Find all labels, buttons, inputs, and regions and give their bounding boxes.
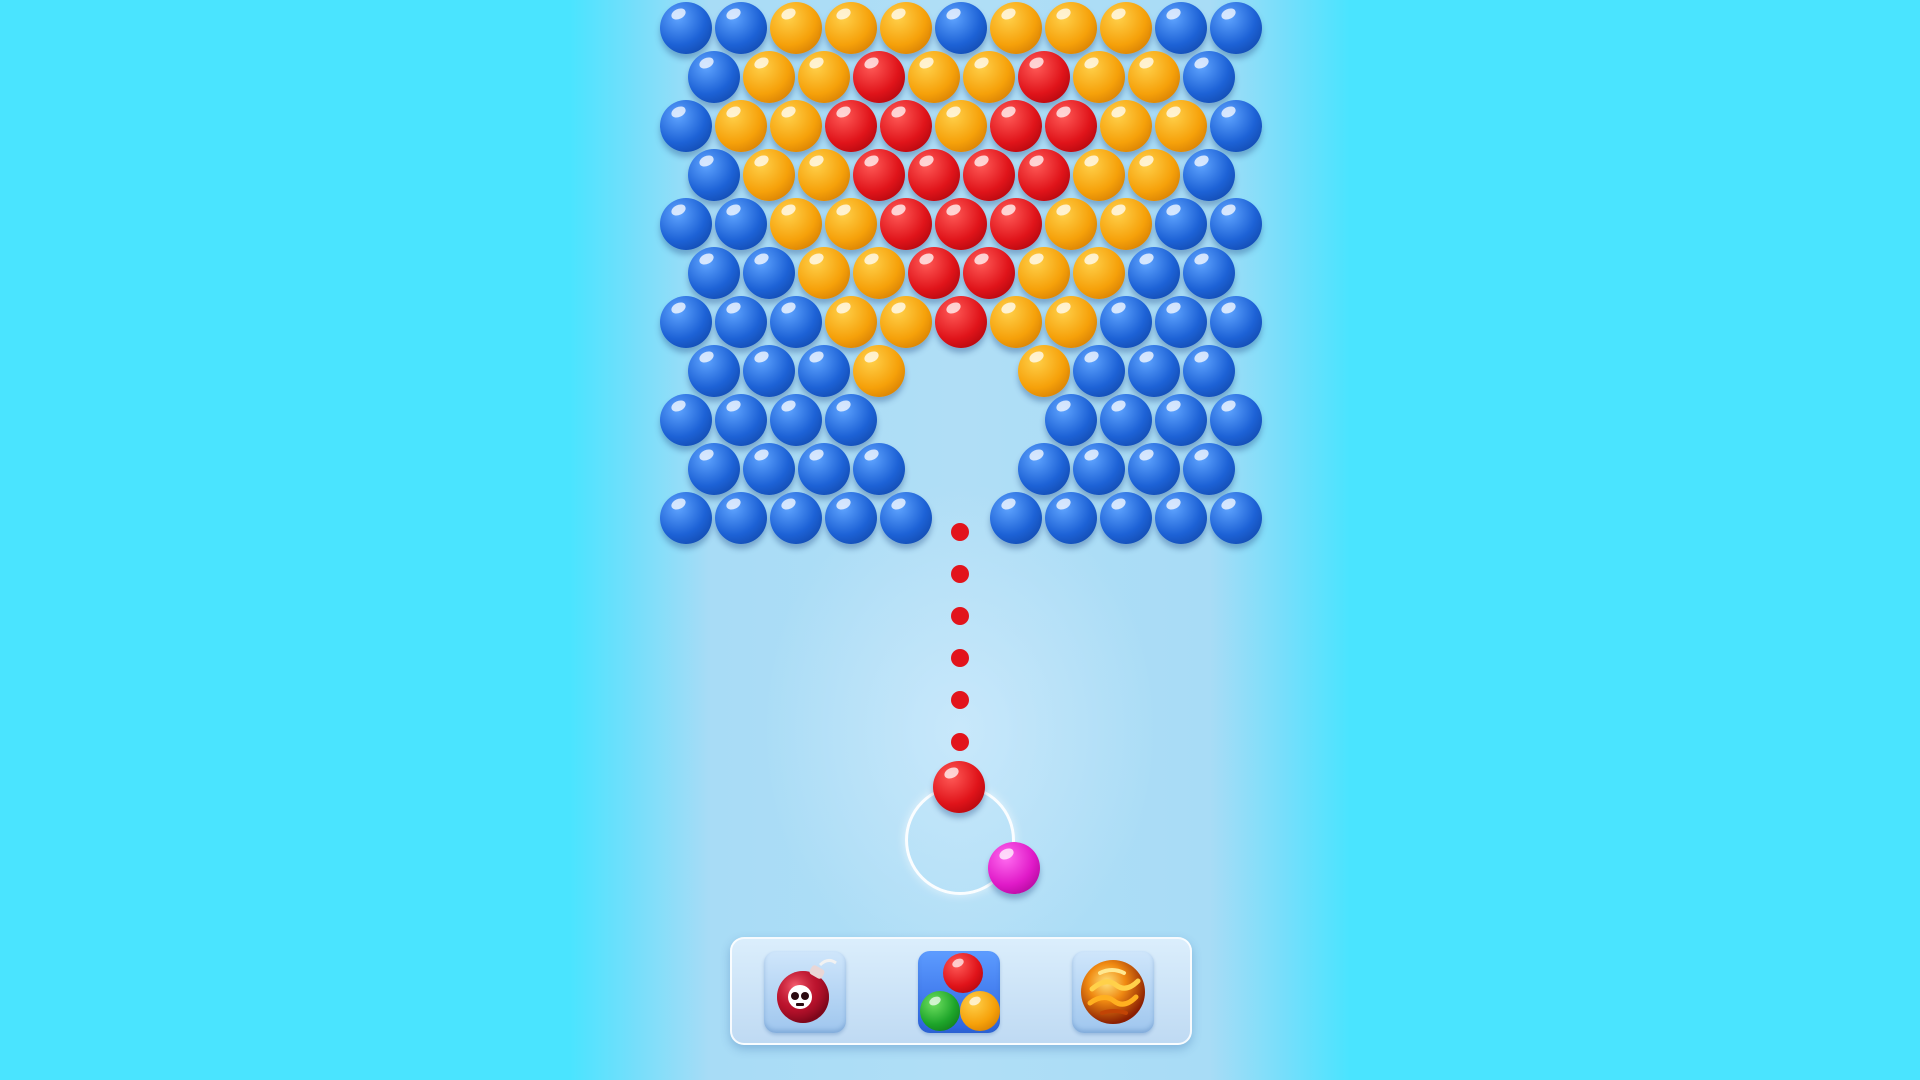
booster-color-swap-button[interactable]	[918, 951, 1000, 1033]
next-bubble[interactable]	[988, 842, 1040, 894]
aim-dot	[951, 565, 969, 583]
booster-fireball-button[interactable]	[1072, 951, 1154, 1033]
aim-dot	[951, 649, 969, 667]
fireball-icon	[1081, 960, 1145, 1024]
aim-dot	[951, 523, 969, 541]
aim-line	[0, 0, 1920, 1080]
booster-tray	[730, 937, 1192, 1045]
aim-dot	[951, 607, 969, 625]
aim-dot	[951, 691, 969, 709]
aim-dot	[951, 733, 969, 751]
current-bubble[interactable]	[933, 761, 985, 813]
bomb-icon	[777, 958, 837, 1023]
booster-bomb-button[interactable]	[764, 951, 846, 1033]
game-screen	[0, 0, 1920, 1080]
